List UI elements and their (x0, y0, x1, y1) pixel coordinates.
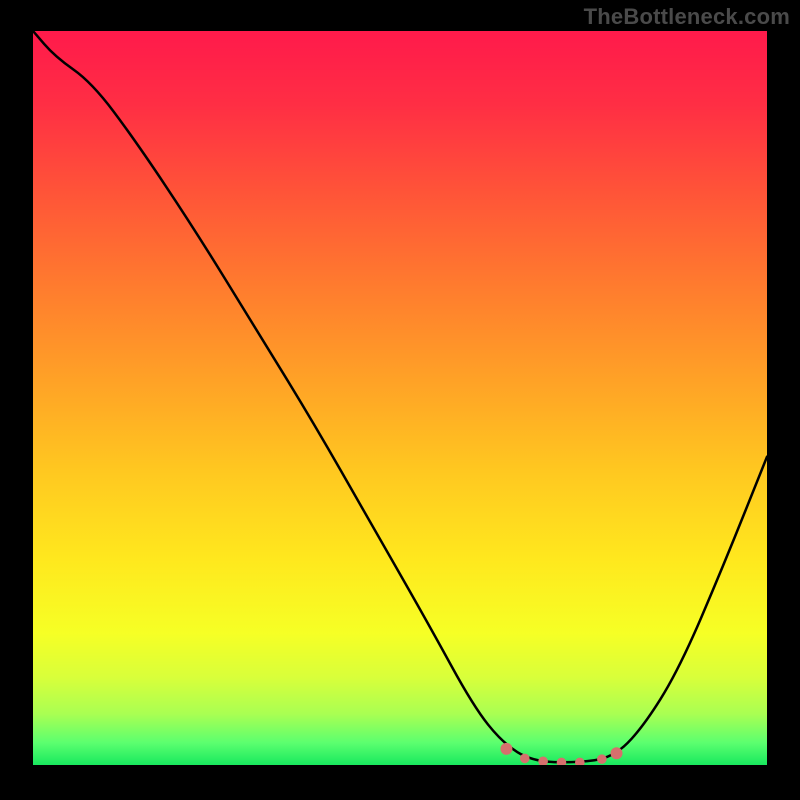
optimal-marker (539, 757, 548, 766)
optimal-marker (576, 758, 585, 767)
plot-background (33, 31, 767, 765)
optimal-marker (501, 743, 512, 754)
optimal-marker (611, 748, 622, 759)
optimal-marker (520, 754, 529, 763)
bottleneck-chart (0, 0, 800, 800)
optimal-marker (557, 758, 566, 767)
watermark-text: TheBottleneck.com (584, 4, 790, 30)
chart-frame: TheBottleneck.com (0, 0, 800, 800)
optimal-marker (598, 755, 607, 764)
